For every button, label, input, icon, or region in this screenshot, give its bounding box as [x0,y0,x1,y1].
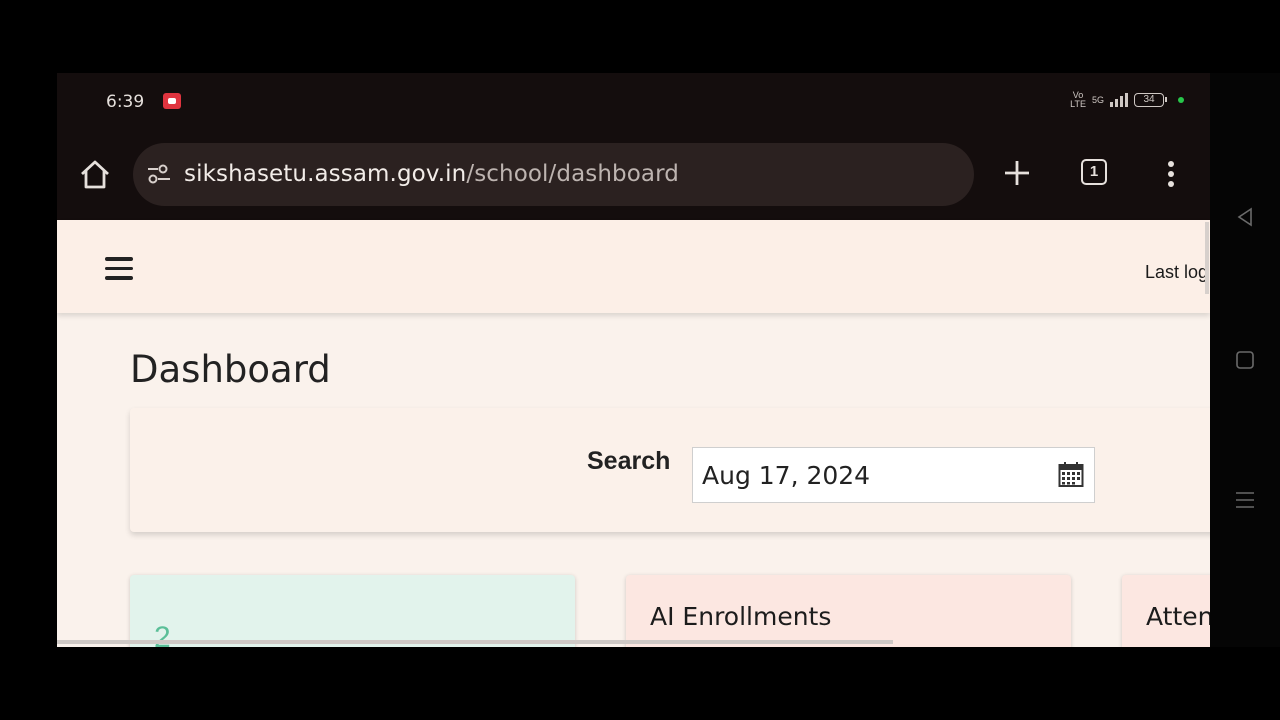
page-title: Dashboard [130,348,331,391]
network-type-label: 5G [1091,94,1104,105]
horizontal-scrollbar[interactable] [57,640,893,644]
last-login-text: Last log [1145,262,1209,282]
search-label: Search [587,447,671,475]
hamburger-menu-icon[interactable] [105,257,133,281]
battery-icon: 34 [1134,93,1167,107]
status-bar: 6:39 Vo LTE 5G 34 [57,73,1210,131]
home-icon[interactable] [77,157,113,193]
stat-card-title: Atten [1146,602,1210,631]
tab-switcher-button[interactable]: 1 [1081,159,1107,185]
stat-card-title: AI Enrollments [650,602,832,631]
stat-card-attendance[interactable]: Atten [1122,575,1210,647]
vertical-scrollbar[interactable] [1205,222,1209,294]
privacy-indicator-dot [1178,97,1184,103]
stat-card-ai-enrollments[interactable]: AI Enrollments [626,575,1071,647]
site-header: Last log [57,220,1210,313]
date-value: Aug 17, 2024 [702,461,871,490]
stat-card-1[interactable]: 2 [130,575,575,647]
phone-screen: 6:39 Vo LTE 5G 34 sikshasetu.assam.gov.in… [57,73,1210,647]
back-icon[interactable] [1234,206,1256,228]
screen-record-icon [163,93,181,109]
address-bar[interactable]: sikshasetu.assam.gov.in/school/dashboard [133,143,974,206]
search-panel: Search Aug 17, 2024 [130,408,1210,532]
recents-icon[interactable] [1234,489,1256,511]
system-icons: Vo LTE 5G 34 [1070,91,1184,109]
signal-icon [1110,93,1128,107]
system-navigation-bar [1210,73,1280,647]
url-text: sikshasetu.assam.gov.in/school/dashboard [184,161,679,187]
browser-toolbar: sikshasetu.assam.gov.in/school/dashboard… [57,131,1210,220]
status-time: 6:39 [106,92,145,112]
more-menu-icon[interactable] [1165,161,1177,189]
volte-icon: Vo LTE [1070,90,1086,109]
site-settings-icon[interactable] [147,163,171,185]
home-nav-icon[interactable] [1234,349,1256,371]
date-picker-input[interactable]: Aug 17, 2024 [692,447,1095,503]
calendar-icon[interactable] [1058,461,1084,488]
new-tab-icon[interactable] [999,155,1035,191]
webpage: Last log Dashboard Search Aug 17, 2024 2… [57,220,1210,647]
